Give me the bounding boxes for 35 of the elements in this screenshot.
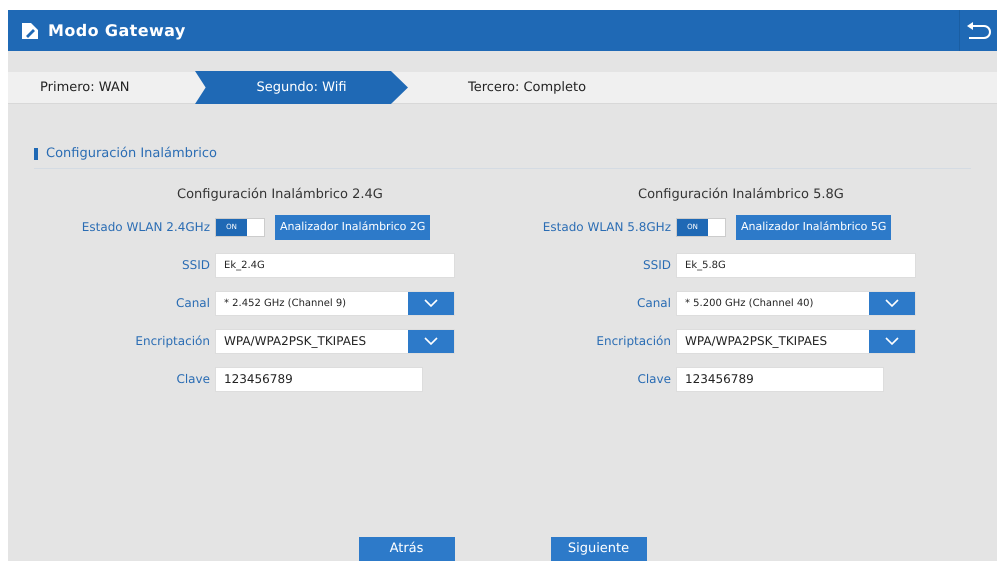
dropdown-field[interactable]: WPA/WPA2PSK_TKIPAES [215,328,455,354]
step-tab[interactable]: Tercero: Completo [408,72,708,104]
panel-title: Configuración Inalámbrico 5.8G [637,186,845,204]
field-label: Encriptación [134,333,211,350]
input-field[interactable]: Ek_2.4G [215,252,455,278]
analyzer-button[interactable]: Analizador Inalámbrico 2G [275,214,430,240]
field-label: Estado WLAN 2.4GHz [80,219,211,236]
field-label: SSID [180,257,211,274]
dropdown-field[interactable]: * 2.452 GHz (Channel 9) [215,290,455,316]
dropdown-field[interactable]: * 5.200 GHz (Channel 40) [676,290,916,316]
field-label: SSID [642,257,672,274]
back-arrow-icon[interactable] [966,20,992,40]
input-field[interactable]: 123456789 [215,366,423,392]
nav-button[interactable]: Atrás [358,537,454,561]
step-tab[interactable]: Segundo: Wifi [195,71,408,104]
field-label: Encriptación [595,333,672,350]
section-title: Configuración Inalámbrico [46,145,217,163]
chevron-down-icon [885,299,899,307]
chevron-down-icon [424,337,438,345]
analyzer-button[interactable]: Analizador Inalámbrico 5G [736,214,892,240]
field-label: Estado WLAN 5.8GHz [542,219,672,236]
field-label: Canal [174,295,211,312]
nav-button[interactable]: Siguiente [550,537,646,561]
panel-title: Configuración Inalámbrico 2.4G [176,186,384,204]
chevron-down-icon [424,299,438,307]
input-field[interactable]: 123456789 [676,366,884,392]
field-label: Clave [175,371,211,388]
field-label: Clave [636,371,672,388]
dropdown-field[interactable]: WPA/WPA2PSK_TKIPAES [676,328,916,354]
header-title: Modo Gateway [48,20,186,42]
field-label: Canal [636,295,672,312]
step-tab[interactable]: Primero: WAN [8,72,195,104]
section-marker [34,148,38,160]
chevron-down-icon [885,337,899,345]
input-field[interactable]: Ek_5.8G [676,252,916,278]
